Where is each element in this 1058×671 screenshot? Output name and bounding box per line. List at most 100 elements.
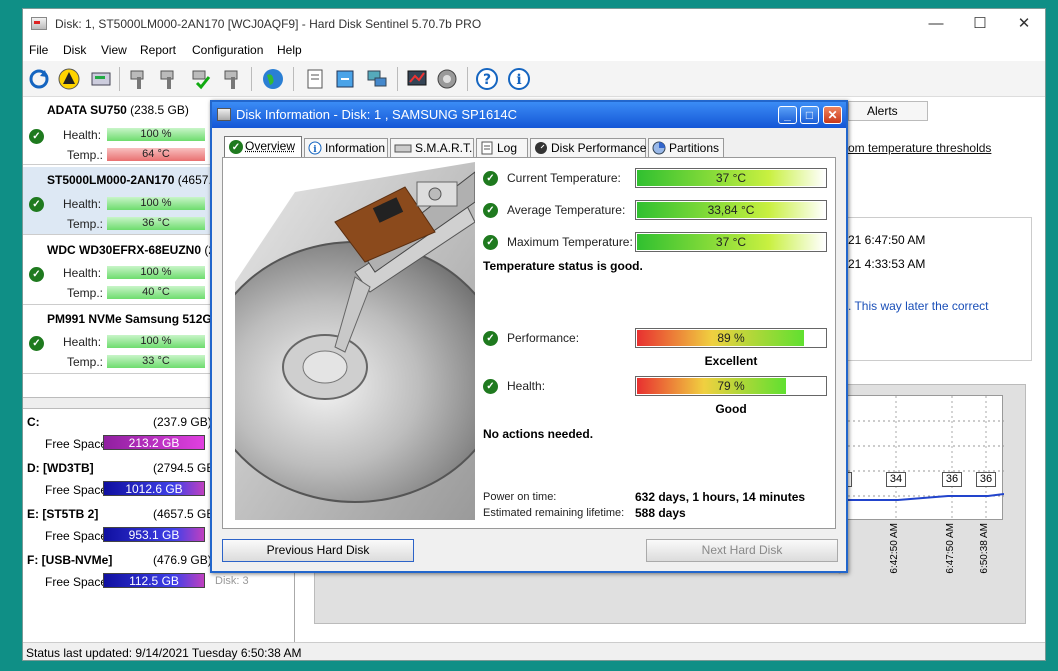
health-bar: 100 % bbox=[107, 128, 205, 141]
tab-partitions[interactable]: Partitions bbox=[648, 138, 724, 158]
network-icon[interactable] bbox=[365, 67, 389, 91]
disk-tool-icon[interactable] bbox=[221, 67, 245, 91]
menu-bar: File Disk View Report Configuration Help bbox=[23, 39, 1045, 61]
disk-name-row: WDC WD30EFRX-68EUZN0 (2 bbox=[47, 243, 215, 257]
dialog-app-icon bbox=[217, 108, 231, 121]
health-label: Health: bbox=[507, 379, 546, 393]
toolbar: ? i bbox=[23, 61, 1045, 97]
free-space-label: Free Space bbox=[45, 529, 108, 543]
info-box bbox=[836, 217, 1032, 361]
power-on-time-label: Power on time: bbox=[483, 491, 557, 503]
performance-icon[interactable] bbox=[405, 67, 429, 91]
current-temperature-value: 37 °C bbox=[715, 171, 747, 185]
dialog-close-button[interactable]: ✕ bbox=[823, 106, 842, 124]
toolbar-separator bbox=[467, 67, 468, 91]
gauge-icon bbox=[535, 142, 547, 154]
menu-help[interactable]: Help bbox=[277, 43, 302, 57]
minimize-button[interactable]: — bbox=[921, 13, 951, 35]
temp-bar: 36 °C bbox=[107, 217, 205, 230]
tab-smart[interactable]: S.M.A.R.T. bbox=[390, 138, 474, 158]
tab-log-label: Log bbox=[497, 141, 518, 155]
actions-text: No actions needed. bbox=[483, 427, 594, 441]
maximize-button[interactable]: ☐ bbox=[965, 13, 995, 35]
free-space-bar: 213.2 GB bbox=[103, 435, 205, 450]
tab-information[interactable]: i Information bbox=[304, 138, 388, 158]
volume-size: (2794.5 GB) bbox=[153, 461, 219, 475]
current-temperature-label: Current Temperature: bbox=[507, 171, 621, 185]
dialog-minimize-button[interactable]: _ bbox=[778, 106, 797, 124]
volume-size: (237.9 GB) bbox=[153, 415, 212, 429]
health-label: Health: bbox=[63, 335, 102, 349]
temp-label: Temp.: bbox=[67, 355, 104, 369]
disk-icon bbox=[394, 144, 412, 153]
disk-tool-icon[interactable] bbox=[127, 67, 151, 91]
close-button[interactable]: ✕ bbox=[1009, 13, 1039, 35]
tab-overview-label: Overview bbox=[245, 139, 296, 153]
maximum-temperature-label: Maximum Temperature: bbox=[507, 235, 633, 249]
toolbar-separator bbox=[119, 67, 120, 91]
health-meter: 79 % bbox=[635, 376, 827, 396]
disk-name: WDC WD30EFRX-68EUZN0 bbox=[47, 243, 202, 257]
disk-name-row: ADATA SU750 (238.5 GB) bbox=[47, 103, 189, 117]
svg-text:?: ? bbox=[483, 72, 491, 88]
temp-bar: 33 °C bbox=[107, 355, 205, 368]
volume-disk-label: Disk: 3 bbox=[215, 575, 249, 587]
temperature-thresholds-link[interactable]: om temperature thresholds bbox=[848, 141, 991, 155]
maximum-temperature-meter: 37 °C bbox=[635, 232, 827, 252]
dialog-title-bar: Disk Information - Disk: 1 , SAMSUNG SP1… bbox=[212, 102, 846, 128]
sync-icon[interactable] bbox=[333, 67, 357, 91]
power-on-time-value: 632 days, 1 hours, 14 minutes bbox=[635, 490, 806, 504]
info-icon: i bbox=[308, 141, 322, 155]
current-temperature-meter: 37 °C bbox=[635, 168, 827, 188]
temp-bar: 64 °C bbox=[107, 148, 205, 161]
previous-hard-disk-button[interactable]: Previous Hard Disk bbox=[222, 539, 414, 562]
menu-view[interactable]: View bbox=[101, 43, 127, 57]
graph-value-label: 36 bbox=[976, 472, 996, 487]
menu-file[interactable]: File bbox=[29, 43, 48, 57]
graph-time-label: 6:42:50 AM bbox=[889, 523, 900, 574]
disk-name-row: ST5000LM000-2AN170 (4657.5 bbox=[47, 173, 218, 187]
volume-name: D: [WD3TB] bbox=[27, 461, 94, 475]
tab-alerts[interactable]: Alerts bbox=[848, 101, 928, 121]
check-icon: ✓ bbox=[483, 235, 498, 250]
graph-value-label: 34 bbox=[886, 472, 906, 487]
disk-icon[interactable] bbox=[89, 67, 113, 91]
info-icon[interactable]: i bbox=[507, 67, 531, 91]
performance-label: Performance: bbox=[507, 331, 580, 345]
maximum-temperature-value: 37 °C bbox=[715, 235, 747, 249]
tab-overview[interactable]: ✓ Overview bbox=[224, 136, 302, 158]
volume-name: E: [ST5TB 2] bbox=[27, 507, 99, 521]
check-icon: ✓ bbox=[229, 140, 243, 154]
disk-name-row: PM991 NVMe Samsung 512GB bbox=[47, 312, 220, 326]
disk-information-dialog: Disk Information - Disk: 1 , SAMSUNG SP1… bbox=[210, 100, 848, 573]
next-hard-disk-button[interactable]: Next Hard Disk bbox=[646, 539, 838, 562]
average-temperature-value: 33,84 °C bbox=[707, 203, 755, 217]
graph-value-label: 36 bbox=[942, 472, 962, 487]
disk-tool-icon[interactable] bbox=[157, 67, 181, 91]
menu-report[interactable]: Report bbox=[140, 43, 176, 57]
graph-time-label: 6:47:50 AM bbox=[945, 523, 956, 574]
toolbar-separator bbox=[251, 67, 252, 91]
tab-log[interactable]: Log bbox=[476, 138, 528, 158]
menu-disk[interactable]: Disk bbox=[63, 43, 86, 57]
temp-bar: 40 °C bbox=[107, 286, 205, 299]
overview-panel: ✓ Current Temperature: 37 °C ✓ Average T… bbox=[222, 157, 836, 529]
menu-configuration[interactable]: Configuration bbox=[192, 43, 263, 57]
alert-icon[interactable] bbox=[57, 67, 81, 91]
temp-label: Temp.: bbox=[67, 217, 104, 231]
toolbar-separator bbox=[293, 67, 294, 91]
globe-icon[interactable] bbox=[261, 67, 285, 91]
refresh-icon[interactable] bbox=[27, 67, 51, 91]
settings-icon[interactable] bbox=[435, 67, 459, 91]
status-text: Status last updated: 9/14/2021 Tuesday 6… bbox=[26, 646, 302, 660]
check-icon: ✓ bbox=[29, 197, 44, 212]
free-space-bar: 953.1 GB bbox=[103, 527, 205, 542]
help-icon[interactable]: ? bbox=[475, 67, 499, 91]
dialog-title: Disk Information - Disk: 1 , SAMSUNG SP1… bbox=[236, 107, 518, 122]
volume-size: (476.9 GB) bbox=[153, 553, 212, 567]
dialog-maximize-button[interactable]: □ bbox=[800, 106, 819, 124]
tab-disk-performance[interactable]: Disk Performance bbox=[530, 138, 646, 158]
disk-check-icon[interactable] bbox=[189, 67, 213, 91]
report-icon[interactable] bbox=[303, 67, 327, 91]
check-icon: ✓ bbox=[483, 171, 498, 186]
